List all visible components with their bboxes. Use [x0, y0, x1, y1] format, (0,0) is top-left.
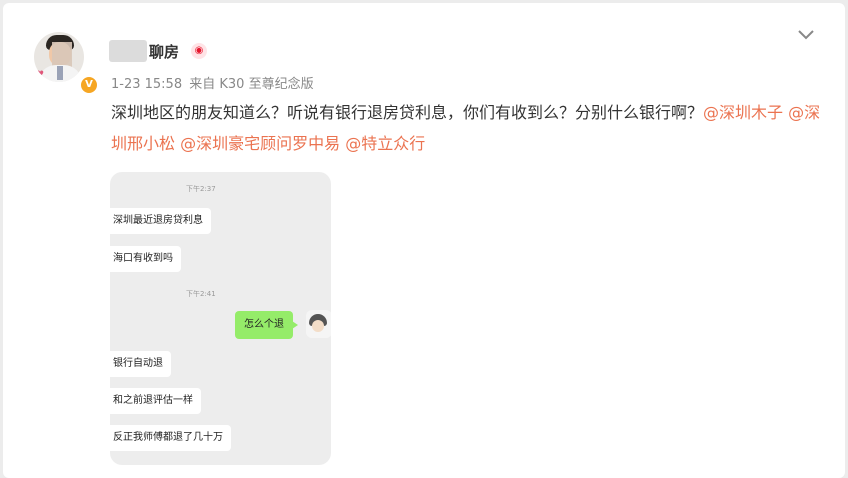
chat-timestamp: 下午2:41 [186, 290, 216, 298]
weibo-post-card: ♥ V 聊房 ◉ 1-23 15:58 来自 K30 至尊纪念版 深圳地区的朋友… [3, 3, 845, 478]
chat-message: 反正我师傅都退了几十万 [110, 425, 231, 451]
chat-avatar-face [312, 320, 324, 332]
author-avatar[interactable]: ♥ [34, 32, 84, 82]
chat-timestamp: 下午2:37 [186, 185, 216, 193]
avatar-tie [57, 66, 63, 80]
post-text: 深圳地区的朋友知道么？听说有银行退房贷利息，你们有收到么？分别什么银行啊？ [111, 103, 704, 122]
post-timestamp[interactable]: 1-23 15:58 [111, 77, 182, 92]
post-source: 来自 K30 至尊纪念版 [189, 77, 314, 92]
weibo-logo-icon[interactable]: ◉ [191, 43, 207, 59]
mention-link[interactable]: @深圳木子 [703, 103, 783, 122]
chat-screenshot-image[interactable]: 下午2:37 深圳最近退房贷利息 海口有收到吗 下午2:41 怎么个退 银行自动… [110, 172, 331, 465]
chat-message: 海口有收到吗 [110, 246, 181, 272]
heart-icon: ♥ [36, 70, 45, 80]
chat-message-self: 怎么个退 [235, 311, 298, 339]
chat-message: 和之前退评估一样 [110, 388, 201, 414]
chevron-down-icon[interactable] [796, 25, 816, 45]
mention-link[interactable]: @深圳豪宅顾问罗中易 [180, 134, 340, 153]
author-name[interactable]: 聊房 [149, 41, 179, 62]
chat-avatar [306, 310, 331, 338]
verified-badge-icon: V [79, 75, 99, 95]
post-meta: 1-23 15:58 来自 K30 至尊纪念版 [111, 73, 317, 92]
chat-message: 银行自动退 [110, 351, 171, 377]
chat-message: 深圳最近退房贷利息 [110, 208, 211, 234]
mention-link[interactable]: @特立众行 [345, 134, 425, 153]
author-name-redaction [109, 40, 147, 62]
post-body: 深圳地区的朋友知道么？听说有银行退房贷利息，你们有收到么？分别什么银行啊？@深圳… [111, 97, 823, 159]
